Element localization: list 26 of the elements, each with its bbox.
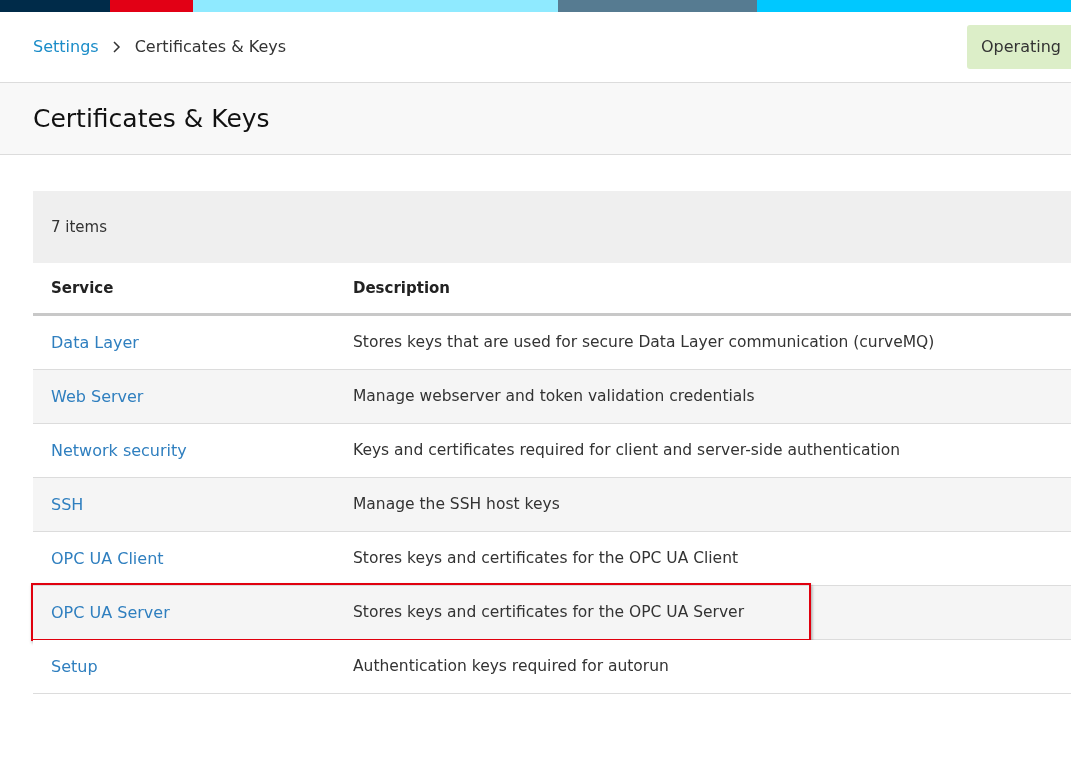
service-link[interactable]: Data Layer bbox=[33, 330, 335, 355]
table-row[interactable]: SSH Manage the SSH host keys bbox=[33, 478, 1071, 532]
table-row[interactable]: OPC UA Server Stores keys and certificates for the OPC UA Server bbox=[33, 586, 1071, 640]
service-link[interactable]: OPC UA Server bbox=[33, 600, 335, 625]
table-cell-text: Authentication keys required for autorun bbox=[352, 655, 669, 677]
table-cell-text: Keys and certificates required for client and server-side authentication bbox=[352, 439, 901, 461]
status-badge: Operating bbox=[967, 25, 1071, 69]
service-link[interactable]: Network security bbox=[33, 438, 335, 463]
table-row[interactable]: Setup Authentication keys required for autorun bbox=[33, 640, 1071, 694]
page-title: Certificates & Keys bbox=[33, 102, 270, 135]
item-count: 7 items bbox=[51, 216, 107, 238]
table-row[interactable]: Web Server Manage webserver and token validation credentials bbox=[33, 370, 1071, 424]
table-cell-text: Manage webserver and token validation credentials bbox=[352, 385, 755, 407]
column-header: Service bbox=[50, 277, 115, 299]
table-cell-text: Stores keys and certificates for the OPC UA Server bbox=[352, 601, 744, 623]
service-link[interactable]: Web Server bbox=[33, 384, 335, 409]
column-header: Description bbox=[352, 277, 451, 299]
table-cell-text: Stores keys and certificates for the OPC UA Client bbox=[352, 547, 739, 569]
breadcrumb-link[interactable]: Settings bbox=[33, 35, 99, 59]
table-cell-text: Manage the SSH host keys bbox=[352, 493, 560, 515]
breadcrumb-current: Certificates & Keys bbox=[134, 36, 287, 58]
service-link[interactable]: SSH bbox=[33, 492, 335, 517]
service-link[interactable]: Setup bbox=[33, 654, 335, 679]
table-cell-text: Stores keys that are used for secure Data Layer communication (curveMQ) bbox=[352, 331, 935, 353]
chevron-right-icon bbox=[112, 41, 121, 53]
service-link[interactable]: OPC UA Client bbox=[33, 546, 335, 571]
